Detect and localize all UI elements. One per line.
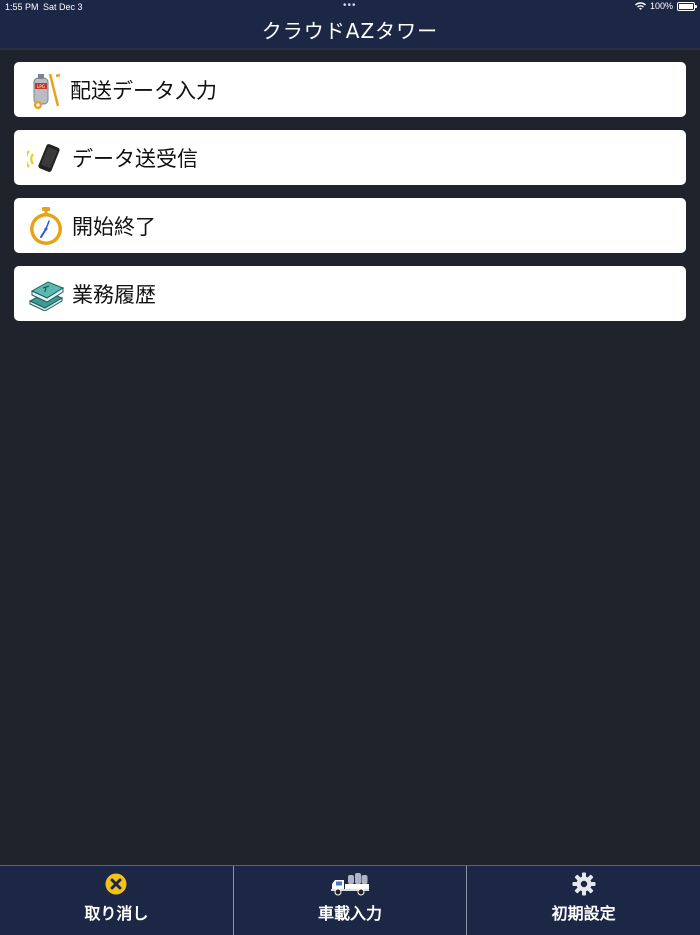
menu-label-work-history: 業務履歴 — [72, 282, 156, 307]
vehicle-input-label: 車載入力 — [318, 904, 383, 923]
initial-settings-label: 初期設定 — [551, 904, 616, 923]
initial-settings-button[interactable]: 初期設定 — [466, 866, 700, 935]
menu-item-data-transfer[interactable]: データ送受信 — [14, 130, 686, 185]
stopwatch-icon — [26, 206, 66, 246]
menu-label-delivery-input: 配送データ入力 — [70, 78, 217, 103]
gas-cylinder-cart-icon: LPG — [26, 70, 66, 110]
truck-icon — [331, 872, 369, 896]
cancel-button[interactable]: 取り消し — [0, 866, 233, 935]
cancel-label: 取り消し — [84, 904, 149, 923]
vehicle-input-button[interactable]: 車載入力 — [232, 866, 467, 935]
menu-label-data-transfer: データ送受信 — [72, 146, 198, 171]
bottom-toolbar: 取り消し 車載入力 初期設定 — [0, 865, 700, 935]
phone-transmit-icon — [26, 138, 66, 178]
page-title: クラウドAZタワー — [261, 19, 439, 43]
svg-text:LPG: LPG — [37, 84, 45, 89]
wifi-icon — [634, 1, 646, 10]
nav-bar: クラウドAZタワー — [0, 14, 700, 48]
multitasking-dots[interactable]: ••• — [343, 0, 357, 11]
menu-item-work-history[interactable]: 業務履歴 — [14, 266, 686, 321]
battery-percent: 100% — [649, 1, 673, 11]
battery-icon — [677, 1, 697, 11]
status-bar: 1:55 PM Sat Dec 3 ••• 100% — [0, 0, 700, 14]
menu-item-delivery-input[interactable]: LPG 配送データ入力 — [14, 62, 686, 117]
stacked-books-icon — [26, 274, 66, 314]
status-right: 100% — [634, 1, 697, 11]
status-date: Sat Dec 3 — [43, 2, 83, 12]
gear-icon — [572, 872, 596, 896]
cancel-x-icon — [105, 872, 127, 896]
nav-divider — [0, 48, 700, 50]
menu-label-start-end: 開始終了 — [72, 214, 156, 239]
status-time: 1:55 PM — [5, 2, 39, 12]
menu-item-start-end[interactable]: 開始終了 — [14, 198, 686, 253]
